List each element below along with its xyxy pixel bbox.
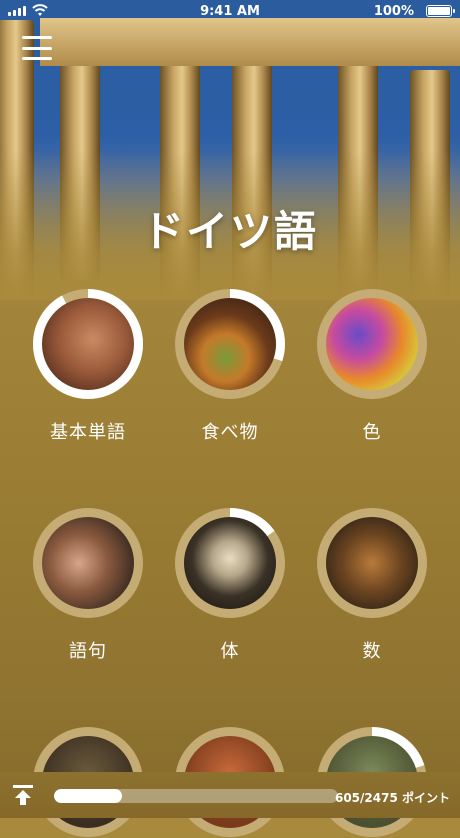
category-label: 体 xyxy=(220,641,240,662)
smiling-people-image xyxy=(42,517,134,609)
category-tile-numbers[interactable]: 数 xyxy=(300,507,444,663)
battery-icon xyxy=(426,5,455,17)
progress-ring xyxy=(32,507,144,619)
battery-percent: 100% xyxy=(373,4,414,19)
category-tile-food[interactable]: 食べ物 xyxy=(158,288,302,444)
category-label: 基本単語 xyxy=(50,422,126,443)
colored-powder-image xyxy=(326,298,418,390)
arrow-up-to-line-icon[interactable] xyxy=(12,784,34,806)
progress-ring xyxy=(316,507,428,619)
progress-ring xyxy=(174,507,286,619)
page-title: ドイツ語 xyxy=(141,207,318,256)
category-label: 語句 xyxy=(69,641,107,662)
progress-ring xyxy=(174,288,286,400)
progress-ring xyxy=(32,288,144,400)
wooden-numbers-image xyxy=(326,517,418,609)
status-bar: 9:41 AM 100% xyxy=(0,0,460,24)
category-tile-body[interactable]: 体 xyxy=(158,507,302,663)
category-label: 食べ物 xyxy=(201,422,259,443)
progress-ring xyxy=(316,288,428,400)
hamburger-menu-icon[interactable] xyxy=(22,36,52,60)
category-label: 色 xyxy=(362,422,382,443)
burger-food-image xyxy=(184,298,276,390)
category-tile-phrases[interactable]: 語句 xyxy=(16,507,160,663)
points-progress-bar xyxy=(54,789,338,803)
points-text: 605/2475 ポイント xyxy=(334,791,450,805)
category-tile-colors[interactable]: 色 xyxy=(300,288,444,444)
skeleton-image xyxy=(184,517,276,609)
points-progress-fill xyxy=(54,789,123,803)
baby-face-image xyxy=(42,298,134,390)
category-label: 数 xyxy=(362,641,382,662)
category-tile-basic-words[interactable]: 基本単語 xyxy=(16,288,160,444)
bottom-bar: 605/2475 ポイント xyxy=(0,772,460,818)
